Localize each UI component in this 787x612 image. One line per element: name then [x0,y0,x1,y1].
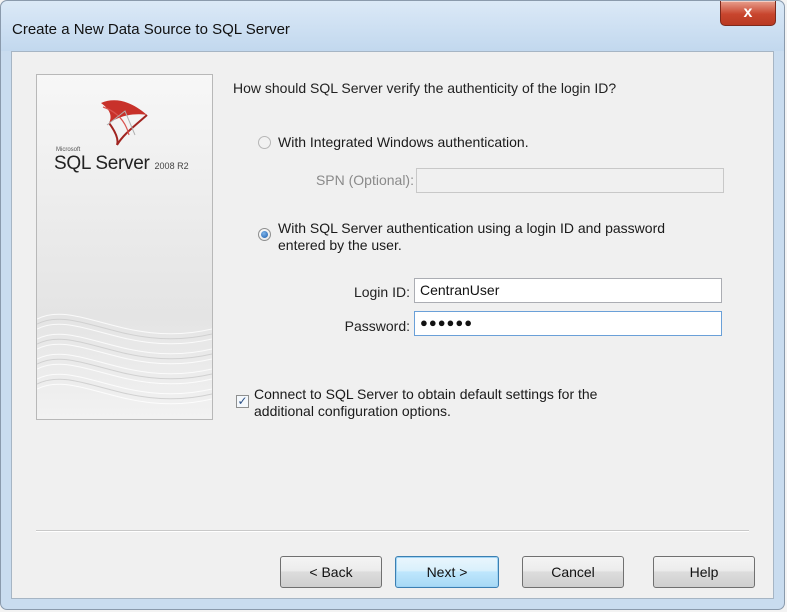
connect-label: Connect to SQL Server to obtain default … [254,386,597,420]
sql-auth-radio[interactable] [258,228,271,241]
logo-product-text: SQL Server 2008 R2 [54,153,189,175]
password-field[interactable]: ●●●●●● [414,311,722,336]
dialog-window: Create a New Data Source to SQL Server x… [0,0,785,610]
password-label: Password: [344,318,410,334]
footer-separator [36,530,749,532]
spn-field[interactable] [416,168,724,193]
sql-auth-label-line1: With SQL Server authentication using a l… [278,220,666,236]
close-button[interactable]: x [720,1,776,26]
banner-wave-decoration [37,313,212,405]
back-button[interactable]: < Back [280,556,382,588]
sql-server-logo-icon [101,100,148,146]
dialog-body: Microsoft SQL Server 2008 R2 How should … [11,51,774,599]
connect-label-line2: additional configuration options. [254,403,451,419]
product-banner: Microsoft SQL Server 2008 R2 [36,74,213,420]
logo-version: 2008 R2 [154,161,189,171]
connect-checkbox[interactable]: ✓ [236,395,249,408]
connect-option[interactable]: ✓ Connect to SQL Server to obtain defaul… [236,386,597,420]
login-id-label: Login ID: [353,284,410,300]
login-id-field[interactable]: CentranUser [414,278,722,303]
connect-label-line1: Connect to SQL Server to obtain default … [254,386,598,402]
sql-auth-label-line2: entered by the user. [278,237,402,253]
spn-label: SPN (Optional): [315,172,414,188]
sql-auth-option[interactable]: With SQL Server authentication using a l… [258,220,665,254]
integrated-auth-label: With Integrated Windows authentication. [278,134,529,150]
title-bar[interactable]: Create a New Data Source to SQL Server x [1,1,784,51]
close-icon: x [743,4,753,21]
integrated-auth-radio[interactable] [258,136,271,149]
cancel-button[interactable]: Cancel [522,556,624,588]
sql-auth-label: With SQL Server authentication using a l… [278,220,665,254]
window-title: Create a New Data Source to SQL Server [12,21,290,38]
logo-product-name: SQL Server [54,153,150,174]
auth-question: How should SQL Server verify the authent… [233,80,617,96]
next-button[interactable]: Next > [395,556,499,588]
integrated-auth-option[interactable]: With Integrated Windows authentication. [258,134,529,150]
help-button[interactable]: Help [653,556,755,588]
